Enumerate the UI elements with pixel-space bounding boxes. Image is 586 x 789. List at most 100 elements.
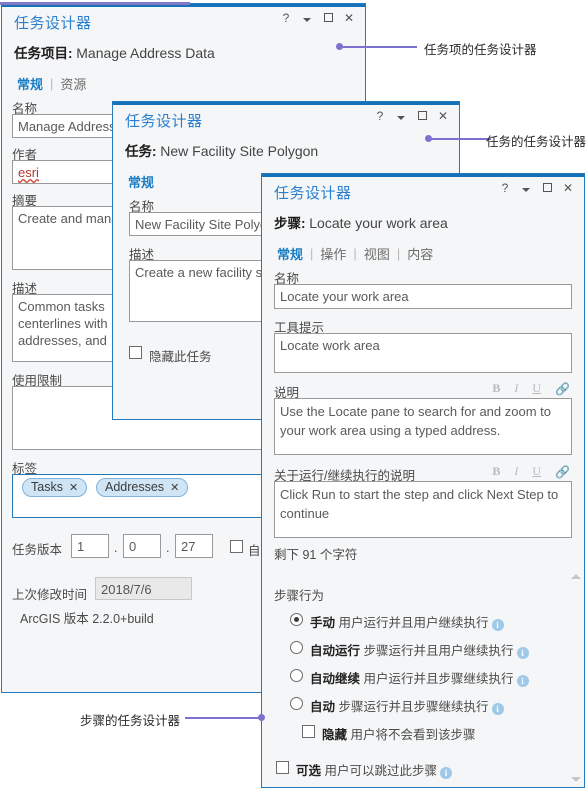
bold-icon[interactable]: B: [492, 381, 500, 396]
help-icon[interactable]: ?: [280, 12, 292, 24]
tab-resources[interactable]: 资源: [53, 74, 93, 93]
window-controls[interactable]: ? ✕: [499, 182, 574, 194]
version-minor-input[interactable]: 0: [123, 534, 161, 558]
tab-general[interactable]: 常规: [270, 244, 310, 263]
radio-automatic-name: 自动: [310, 700, 336, 714]
instructions-rich-toolbar[interactable]: B I U 🔗: [492, 381, 570, 396]
version-major-input[interactable]: 1: [71, 534, 109, 558]
step-designer-window[interactable]: 任务设计器 ? ✕ 步骤: Locate your work area 常规 |…: [261, 173, 585, 788]
scroll-down-arrow-icon[interactable]: [571, 777, 581, 782]
underline-icon[interactable]: U: [532, 381, 541, 396]
tag-chip[interactable]: Addresses ✕: [96, 478, 189, 497]
maximize-icon[interactable]: [541, 182, 553, 194]
link-icon[interactable]: 🔗: [555, 382, 570, 396]
hide-task-label: 隐藏此任务: [149, 350, 212, 364]
auto-version-checkbox[interactable]: [230, 540, 243, 553]
scroll-up-arrow-icon[interactable]: [571, 574, 581, 579]
close-icon[interactable]: ✕: [437, 110, 449, 122]
screenshot-root: 任务设计器 ? ✕ 任务项目: Manage Address Data 常规 |…: [0, 0, 586, 789]
radio-auto-run-label: 自动运行 步骤运行并且用户继续执行 i: [310, 640, 529, 659]
tag-label: Addresses: [105, 480, 165, 494]
radio-manual[interactable]: [290, 613, 303, 626]
run-instructions-input[interactable]: Click Run to start the step and click Ne…: [274, 481, 572, 538]
window-accent-bar: [113, 102, 459, 105]
close-icon[interactable]: ✕: [343, 12, 355, 24]
callout-label-task: 任务的任务设计器: [486, 135, 586, 149]
tab-actions[interactable]: 操作: [313, 244, 353, 263]
underline-icon[interactable]: U: [532, 464, 541, 479]
radio-automatic-label: 自动 步骤运行并且步骤继续执行 i: [310, 696, 504, 715]
tab-contents[interactable]: 内容: [400, 244, 440, 263]
tag-label: Tasks: [31, 480, 63, 494]
help-icon[interactable]: ?: [499, 182, 511, 194]
radio-manual-desc: 用户运行并且用户继续执行: [338, 616, 489, 630]
bold-icon[interactable]: B: [492, 464, 500, 479]
version-dot: .: [166, 541, 170, 555]
hide-task-checkbox[interactable]: [129, 346, 142, 359]
info-icon[interactable]: i: [491, 619, 504, 631]
window-controls[interactable]: ? ✕: [280, 12, 355, 24]
chars-remaining-label: 剩下 91 个字符: [274, 548, 358, 562]
task-item-subject-value: Manage Address Data: [76, 45, 215, 61]
tag-remove-icon[interactable]: ✕: [69, 482, 78, 494]
task-subject-value: New Facility Site Polygon: [160, 143, 319, 159]
italic-icon[interactable]: I: [514, 381, 518, 396]
arcgis-version-label: ArcGIS 版本 2.2.0+build: [20, 612, 154, 626]
info-icon[interactable]: i: [440, 767, 453, 779]
optional-step-checkbox[interactable]: [276, 761, 289, 774]
close-icon[interactable]: ✕: [562, 182, 574, 194]
optional-step-desc: 用户可以跳过此步骤: [324, 764, 438, 778]
top-highlight-bar: [0, 2, 190, 5]
task-item-tabs[interactable]: 常规 | 资源: [10, 74, 93, 93]
info-icon[interactable]: i: [516, 647, 529, 659]
task-tabs[interactable]: 常规: [121, 172, 161, 191]
step-name-input[interactable]: Locate your work area: [274, 284, 572, 309]
version-build-input[interactable]: 27: [175, 534, 213, 558]
info-icon[interactable]: i: [491, 703, 504, 715]
step-behavior-scrollbar[interactable]: [570, 572, 582, 784]
task-item-subject: 任务项目: Manage Address Data: [14, 42, 215, 62]
tag-chip[interactable]: Tasks ✕: [22, 478, 88, 497]
callout-line-task-item: [340, 46, 417, 48]
version-dot: .: [114, 541, 118, 555]
help-icon[interactable]: ?: [374, 110, 386, 122]
window-title: 任务设计器: [125, 113, 203, 130]
maximize-icon[interactable]: [322, 12, 334, 24]
auto-version-label: 自: [248, 544, 261, 558]
radio-auto-continue-name: 自动继续: [310, 672, 361, 686]
callout-line-step: [185, 717, 261, 719]
maximize-icon[interactable]: [416, 110, 428, 122]
callout-label-task-item: 任务项的任务设计器: [424, 43, 537, 57]
window-accent-bar: [262, 174, 584, 177]
chevron-down-icon[interactable]: [301, 12, 313, 24]
tab-general[interactable]: 常规: [121, 172, 161, 191]
last-modified-label: 上次修改时间: [12, 588, 88, 602]
info-icon[interactable]: i: [516, 675, 529, 687]
chevron-down-icon[interactable]: [395, 110, 407, 122]
step-subject-label: 步骤:: [274, 216, 306, 231]
chevron-down-icon[interactable]: [520, 182, 532, 194]
run-instructions-rich-toolbar[interactable]: B I U 🔗: [492, 464, 570, 479]
radio-automatic[interactable]: [290, 697, 303, 710]
italic-icon[interactable]: I: [514, 464, 518, 479]
tab-general[interactable]: 常规: [10, 74, 50, 93]
hidden-step-desc: 用户将不会看到该步骤: [350, 728, 476, 742]
step-subject: 步骤: Locate your work area: [274, 212, 448, 232]
task-item-subject-label: 任务项目:: [14, 46, 73, 61]
hidden-step-checkbox[interactable]: [302, 725, 315, 738]
tooltip-input[interactable]: Locate work area: [274, 333, 572, 373]
window-controls[interactable]: ? ✕: [374, 110, 449, 122]
tag-remove-icon[interactable]: ✕: [170, 482, 179, 494]
radio-auto-run-desc: 步骤运行并且用户继续执行: [363, 644, 514, 658]
step-tabs[interactable]: 常规 | 操作 | 视图 | 内容: [270, 244, 440, 263]
tab-views[interactable]: 视图: [357, 244, 397, 263]
radio-auto-continue[interactable]: [290, 669, 303, 682]
window-title: 任务设计器: [274, 185, 352, 202]
link-icon[interactable]: 🔗: [555, 465, 570, 479]
hidden-step-name: 隐藏: [322, 728, 348, 742]
instructions-input[interactable]: Use the Locate pane to search for and zo…: [274, 398, 572, 455]
radio-auto-run[interactable]: [290, 641, 303, 654]
task-version-label: 任务版本: [12, 543, 63, 557]
window-title: 任务设计器: [14, 15, 92, 32]
step-subject-value: Locate your work area: [309, 215, 448, 231]
